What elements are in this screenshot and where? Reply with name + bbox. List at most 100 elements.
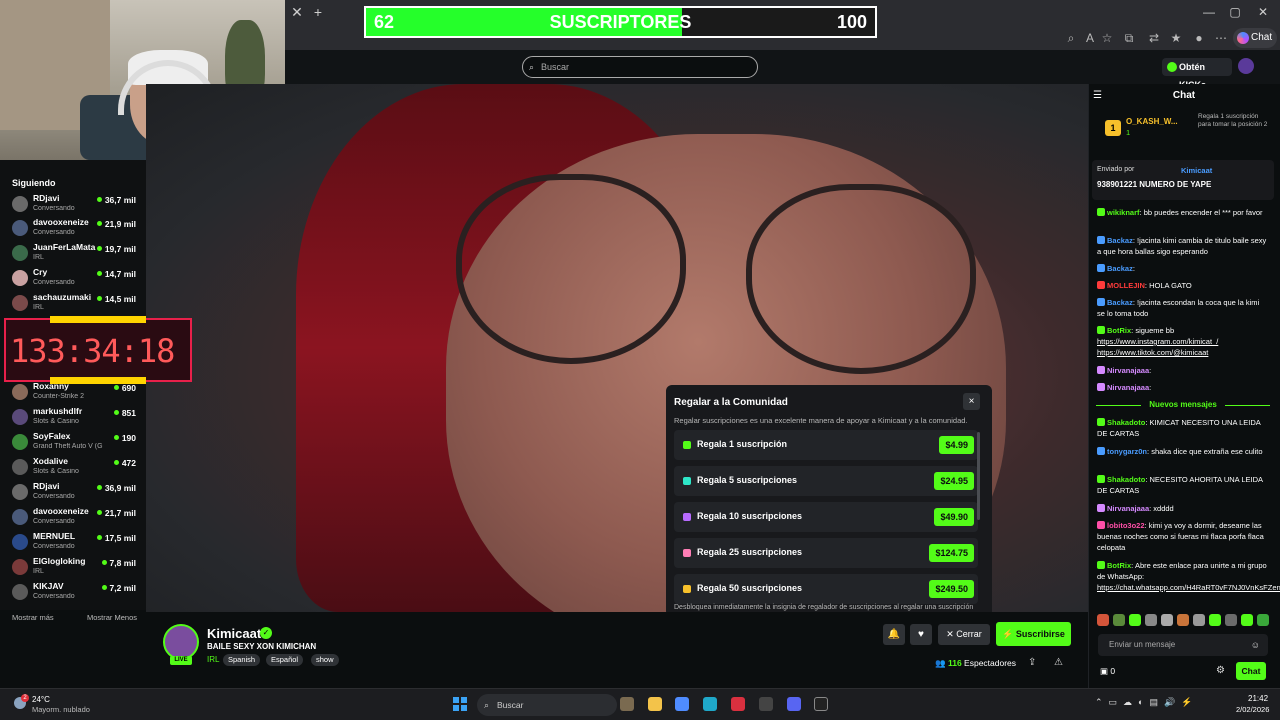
gift-option-row[interactable]: Regala 25 suscripciones $124.75 xyxy=(674,538,978,568)
copilot-app-icon[interactable] xyxy=(675,697,689,711)
chat-send-button[interactable]: Chat xyxy=(1236,662,1266,680)
taskbar-app-icon[interactable] xyxy=(620,697,634,711)
top-gifter-name[interactable]: O_KASH_W... xyxy=(1126,117,1178,126)
emote-icon[interactable] xyxy=(1129,614,1141,626)
menu-dots-icon[interactable]: ⋯ xyxy=(1213,30,1229,46)
gift-price-button[interactable]: $249.50 xyxy=(929,580,974,598)
chat-message[interactable]: BotRix: siguemе bb https://www.instagram.… xyxy=(1097,325,1269,358)
sidebar-channel-row[interactable]: Xodalive Slots & Casino 472 xyxy=(0,455,146,479)
clock-date[interactable]: 2/02/2026 xyxy=(1236,705,1269,714)
split-screen-icon[interactable]: ⇄ xyxy=(1146,30,1162,46)
sidebar-channel-row[interactable]: davooxeneize Conversando 21,7 mil xyxy=(0,505,146,529)
sidebar-channel-row[interactable]: Cry Conversando 14,7 mil xyxy=(0,266,146,290)
chat-username[interactable]: MOLLEJIN xyxy=(1107,281,1145,290)
get-kicks-button[interactable]: Obtén KICKs xyxy=(1162,58,1232,90)
emote-icon[interactable] xyxy=(1209,614,1221,626)
notification-bell-icon[interactable]: 🔔 xyxy=(883,624,905,645)
weather-desc[interactable]: Mayorm. nublado xyxy=(32,705,90,714)
chat-username[interactable]: BotRix xyxy=(1107,561,1131,570)
emote-icon[interactable] xyxy=(1113,614,1125,626)
chat-message[interactable]: Nirvanajaaa: xyxy=(1097,365,1269,376)
show-less-link[interactable]: Mostrar Menos xyxy=(87,613,137,622)
tag-spanish[interactable]: Spanish xyxy=(223,654,261,666)
read-aloud-icon[interactable]: A xyxy=(1082,30,1098,46)
emote-icon[interactable] xyxy=(1193,614,1205,626)
show-more-link[interactable]: Mostrar más xyxy=(12,613,54,622)
tag-show[interactable]: show xyxy=(311,654,339,666)
sidebar-channel-row[interactable]: markushdlfr Slots & Casino 851 xyxy=(0,405,146,429)
follow-heart-icon[interactable]: ♥ xyxy=(910,624,932,645)
capcut-icon[interactable] xyxy=(814,697,828,711)
gift-option-row[interactable]: Regala 50 suscripciones $249.50 xyxy=(674,574,978,604)
system-tray[interactable]: ⌃▭☁◐▤🔊⚡ xyxy=(1095,697,1198,708)
gift-price-button[interactable]: $24.95 xyxy=(934,472,974,490)
chat-username[interactable]: Backaz xyxy=(1107,264,1133,273)
emote-icon[interactable] xyxy=(1161,614,1173,626)
sidebar-channel-row[interactable]: sachauzumaki IRL 14,5 mil xyxy=(0,291,146,315)
new-tab-icon[interactable]: + xyxy=(306,0,330,24)
chat-username[interactable]: lobito3o22 xyxy=(1107,521,1145,530)
copilot-button[interactable]: Chat xyxy=(1233,28,1277,48)
emote-icon[interactable] xyxy=(1145,614,1157,626)
chat-message[interactable]: wikiknarf: bb puedes encender el *** por… xyxy=(1097,207,1269,218)
emoji-icon[interactable]: ☺ xyxy=(1251,634,1260,656)
streamer-avatar[interactable] xyxy=(163,624,199,660)
chat-message[interactable]: Backaz: !jacinta kimi cambia de titulo b… xyxy=(1097,235,1269,257)
chat-settings-icon[interactable]: ⚙ xyxy=(1216,665,1225,676)
sidebar-channel-row[interactable]: KIKJAV Conversando 7,2 mil xyxy=(0,580,146,604)
maximize-icon[interactable]: ▢ xyxy=(1222,3,1248,21)
chat-message[interactable]: lobito3o22: kimi ya voy a dormir, deseam… xyxy=(1097,520,1269,553)
chat-message[interactable]: Backaz: xyxy=(1097,263,1269,274)
collapse-chat-icon[interactable]: ☰ xyxy=(1093,90,1102,101)
chat-link[interactable]: https://www.tiktok.com/@kimicaat xyxy=(1097,348,1208,357)
user-avatar[interactable] xyxy=(1238,58,1254,74)
clock-time[interactable]: 21:42 xyxy=(1248,694,1268,703)
chat-message[interactable]: Backaz: !jacinta escondan la coca que la… xyxy=(1097,297,1269,319)
app-icon[interactable] xyxy=(759,697,773,711)
windows-start-icon[interactable] xyxy=(453,697,467,711)
gift-price-button[interactable]: $124.75 xyxy=(929,544,974,562)
minimize-icon[interactable]: — xyxy=(1196,3,1222,21)
chat-input[interactable]: Enviar un mensaje ☺ xyxy=(1098,634,1268,656)
chat-username[interactable]: Nirvanajaaa xyxy=(1107,366,1149,375)
share-icon[interactable]: ⇪ xyxy=(1028,657,1036,668)
chat-username[interactable]: Shakadoto xyxy=(1107,475,1145,484)
chat-message[interactable]: tonygarz0n: shaka dice que extraña ese c… xyxy=(1097,446,1269,457)
kicks-balance[interactable]: ▣ 0 xyxy=(1100,666,1115,677)
discord-icon[interactable] xyxy=(787,697,801,711)
search-input[interactable]: ⌕ Buscar xyxy=(522,56,758,78)
new-messages-divider[interactable]: Nuevos mensajes xyxy=(1092,400,1274,409)
stream-category[interactable]: IRL xyxy=(207,655,219,664)
chat-username[interactable]: Nirvanajaaa xyxy=(1107,504,1149,513)
chat-message[interactable]: Shakadoto: KIMICAT NECESITO UNA LEIDA DE… xyxy=(1097,417,1269,439)
sidebar-channel-row[interactable]: MERNUEL Conversando 17,5 mil xyxy=(0,530,146,554)
chat-message[interactable]: MOLLEJIN: HOLA GATO xyxy=(1097,280,1269,291)
streamer-name[interactable]: Kimicaat xyxy=(207,626,261,641)
sidebar-channel-row[interactable]: JuanFerLaMata IRL 19,7 mil xyxy=(0,241,146,265)
profile-icon[interactable]: ● xyxy=(1191,30,1207,46)
sidebar-channel-row[interactable]: RDjavi Conversando 36,7 mil xyxy=(0,192,146,216)
chat-username[interactable]: Shakadoto xyxy=(1107,418,1145,427)
gift-scrollbar[interactable] xyxy=(977,432,980,520)
favorite-star-icon[interactable]: ☆ xyxy=(1099,30,1115,46)
emote-icon[interactable] xyxy=(1257,614,1269,626)
chat-message[interactable]: BotRix: Abre este enlace para unirte a m… xyxy=(1097,560,1280,593)
chat-username[interactable]: Nirvanajaaa xyxy=(1107,383,1149,392)
favorites-icon[interactable]: ★ xyxy=(1168,30,1184,46)
gift-price-button[interactable]: $4.99 xyxy=(939,436,974,454)
emote-icon[interactable] xyxy=(1097,614,1109,626)
extensions-icon[interactable]: ⧉ xyxy=(1121,30,1137,46)
chat-message[interactable]: Shakadoto: NECESITO AHORITA UNA LEIDA DE… xyxy=(1097,474,1269,496)
taskbar-search[interactable]: ⌕ Buscar xyxy=(477,694,617,716)
gift-option-row[interactable]: Regala 5 suscripciones $24.95 xyxy=(674,466,978,496)
emote-icon[interactable] xyxy=(1225,614,1237,626)
emote-icon[interactable] xyxy=(1241,614,1253,626)
chat-message[interactable]: Nirvanajaaa: xyxy=(1097,382,1269,393)
edge-icon[interactable] xyxy=(703,697,717,711)
window-close-icon[interactable]: ✕ xyxy=(1250,3,1276,21)
tag-espanol[interactable]: Español xyxy=(266,654,304,666)
file-explorer-icon[interactable] xyxy=(648,697,662,711)
gift-option-row[interactable]: Regala 1 suscripción $4.99 xyxy=(674,430,978,460)
chat-link[interactable]: https://www.instagram.com/kimicat_/ xyxy=(1097,337,1218,346)
gift-position-hint[interactable]: Regala 1 suscripción para tomar la posic… xyxy=(1198,113,1268,129)
